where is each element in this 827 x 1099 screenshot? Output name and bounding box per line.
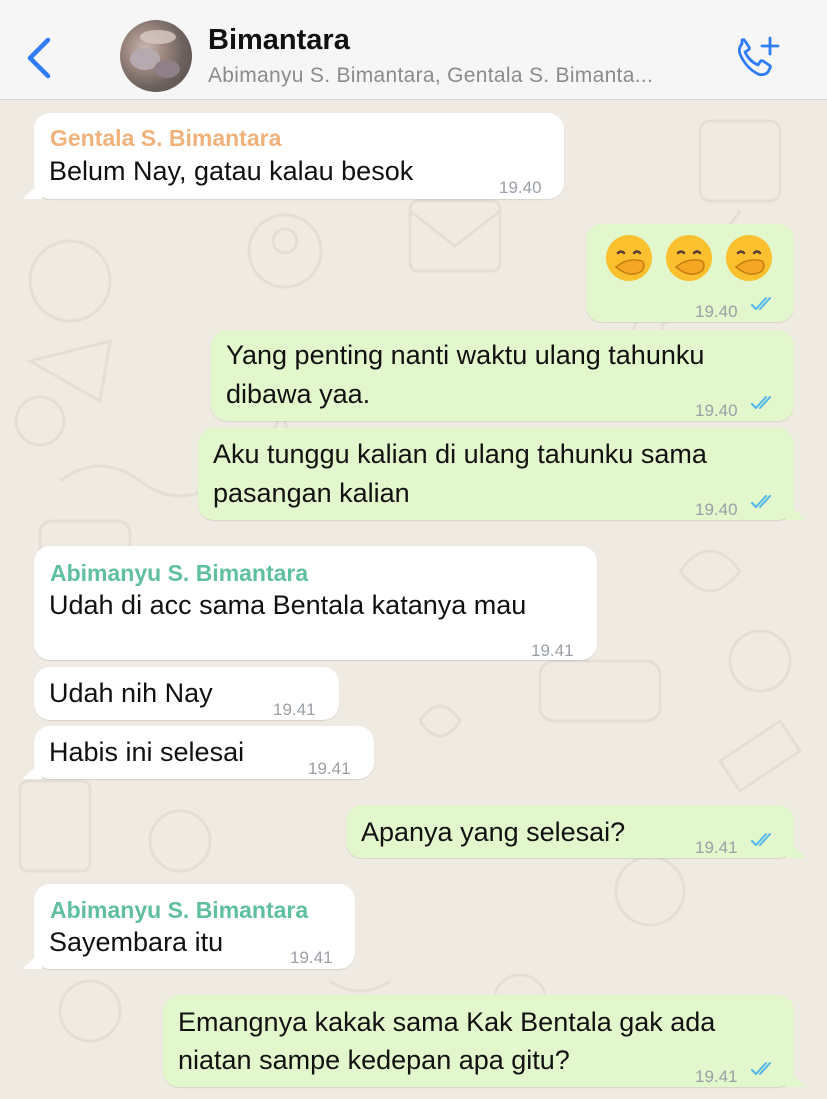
- chat-title[interactable]: Bimantara: [208, 24, 350, 57]
- face-with-hand-over-mouth-icon: [666, 235, 712, 281]
- message-line: pasangan kalian: [213, 478, 410, 508]
- message-bubble[interactable]: Gentala S. Bimantara Belum Nay, gatau ka…: [34, 113, 564, 199]
- read-ticks-icon: [751, 1062, 771, 1075]
- message-bubble[interactable]: Habis ini selesai 19.41: [34, 726, 374, 779]
- message-text: Apanya yang selesai?: [361, 817, 626, 847]
- read-ticks-icon: [751, 495, 771, 508]
- message-line: niatan sampe kedepan apa gitu?: [178, 1045, 570, 1075]
- message-bubble[interactable]: Yang penting nanti waktu ulang tahunku d…: [211, 330, 794, 421]
- message-time: 19.40: [695, 401, 738, 420]
- read-ticks-icon: [751, 396, 771, 409]
- read-ticks-icon: [751, 833, 771, 846]
- message-line: dibawa yaa.: [226, 379, 371, 409]
- face-with-hand-over-mouth-icon: [726, 235, 772, 281]
- message-bubble[interactable]: 19.40: [586, 224, 794, 322]
- message-text: Udah nih Nay: [49, 678, 213, 708]
- message-bubble[interactable]: Abimanyu S. Bimantara Sayembara itu 19.4…: [34, 884, 355, 969]
- message-bubble[interactable]: Aku tunggu kalian di ulang tahunku sama …: [198, 428, 794, 520]
- chat-header: Bimantara Abimanyu S. Bimantara, Gentala…: [0, 0, 827, 100]
- message-bubble[interactable]: Emangnya kakak sama Kak Bentala gak ada …: [163, 995, 794, 1087]
- message-time: 19.40: [695, 302, 738, 321]
- message-text: Belum Nay, gatau kalau besok: [49, 156, 414, 186]
- face-with-hand-over-mouth-icon: [606, 235, 652, 281]
- message-time: 19.41: [290, 948, 333, 967]
- message-time: 19.41: [308, 759, 351, 778]
- group-avatar[interactable]: [120, 20, 192, 92]
- message-line: Emangnya kakak sama Kak Bentala gak ada: [178, 1007, 716, 1037]
- read-ticks-icon: [751, 297, 771, 310]
- message-text: Udah di acc sama Bentala katanya mau: [49, 590, 527, 620]
- add-call-icon[interactable]: [734, 34, 782, 80]
- message-bubble[interactable]: Abimanyu S. Bimantara Udah di acc sama B…: [34, 546, 597, 660]
- message-time: 19.41: [695, 1067, 738, 1086]
- message-line: Aku tunggu kalian di ulang tahunku sama: [213, 439, 707, 469]
- message-time: 19.41: [273, 700, 316, 719]
- message-time: 19.41: [695, 838, 738, 857]
- chat-participants[interactable]: Abimanyu S. Bimantara, Gentala S. Bimant…: [208, 64, 728, 88]
- message-text: Habis ini selesai: [49, 737, 245, 767]
- message-line: Yang penting nanti waktu ulang tahunku: [226, 340, 705, 370]
- message-time: 19.41: [531, 641, 574, 660]
- message-time: 19.40: [695, 500, 738, 519]
- message-time: 19.40: [499, 178, 542, 197]
- message-bubble[interactable]: Udah nih Nay 19.41: [34, 667, 339, 720]
- message-bubble[interactable]: Apanya yang selesai? 19.41: [346, 805, 794, 858]
- chevron-left-icon[interactable]: [22, 34, 56, 82]
- message-text: Sayembara itu: [49, 927, 224, 957]
